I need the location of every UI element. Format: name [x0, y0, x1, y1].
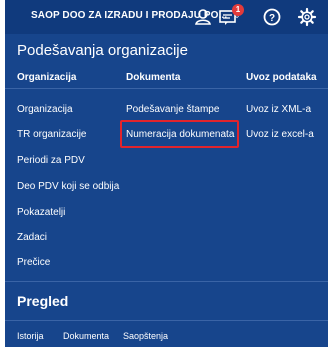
svg-text:?: ?	[269, 13, 275, 24]
menu-item-organizacija[interactable]: Organizacija	[17, 104, 73, 115]
review-link-saopstenja[interactable]: Saopštenja	[123, 331, 168, 341]
menu-item-podesavanje-stampe[interactable]: Podešavanje štampe	[126, 104, 219, 115]
divider	[5, 320, 328, 321]
menu-item-periodi-za-pdv[interactable]: Periodi za PDV	[17, 155, 85, 166]
review-section-title: Pregled	[17, 293, 69, 309]
user-icon[interactable]	[192, 6, 214, 28]
organization-settings-menu: SAOP DOO ZA IZRADU I PRODAJU PO...⌄ 1 ?	[5, 0, 328, 347]
menu-item-zadaci[interactable]: Zadaci	[17, 232, 47, 243]
menu-item-uvoz-iz-xml[interactable]: Uvoz iz XML-a	[246, 104, 311, 115]
menu-item-deo-pdv-koji-se-odbija[interactable]: Deo PDV koji se odbija	[17, 181, 119, 192]
menu-item-tr-organizacije[interactable]: TR organizacije	[17, 129, 86, 140]
column-header-dokumenta: Dokumenta	[126, 72, 181, 83]
menu-item-numeracija-dokumenata[interactable]: Numeracija dokumenata	[126, 129, 234, 140]
column-header-organizacija: Organizacija	[17, 72, 77, 83]
menu-title: Podešavanja organizacije	[17, 42, 188, 59]
divider	[5, 88, 328, 89]
menu-item-uvoz-iz-excel[interactable]: Uvoz iz excel-a	[246, 129, 314, 140]
review-link-dokumenta[interactable]: Dokumenta	[63, 331, 109, 341]
notification-badge: 1	[232, 4, 244, 16]
settings-icon[interactable]	[296, 6, 318, 28]
menu-item-precice[interactable]: Prečice	[17, 257, 50, 268]
review-link-istorija[interactable]: Istorija	[17, 331, 44, 341]
column-header-uvoz-podataka: Uvoz podataka	[246, 72, 317, 83]
top-bar: SAOP DOO ZA IZRADU I PRODAJU PO...⌄ 1 ?	[5, 0, 328, 34]
menu-item-pokazatelji[interactable]: Pokazatelji	[17, 207, 65, 218]
help-icon[interactable]: ?	[261, 6, 283, 28]
divider	[5, 281, 328, 282]
